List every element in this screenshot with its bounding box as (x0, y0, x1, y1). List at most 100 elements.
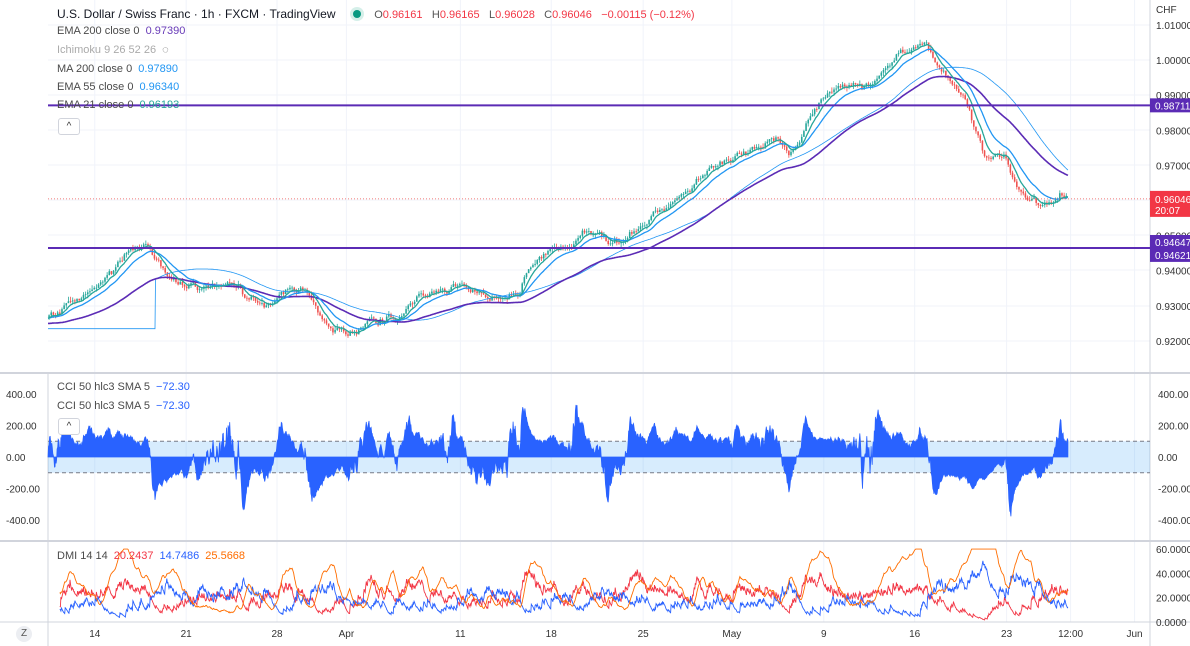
candle-body (770, 138, 773, 140)
candle-body (545, 253, 547, 255)
candle-body (702, 175, 704, 179)
candle-body (534, 263, 536, 265)
candle-body (917, 45, 919, 48)
candle-body (286, 289, 289, 291)
candle-body (291, 287, 293, 289)
candle-body (725, 159, 728, 161)
candle-body (994, 154, 997, 157)
candle-body (366, 321, 369, 324)
candle-body (942, 70, 945, 72)
candle-body (282, 292, 285, 295)
candle-body (323, 319, 326, 321)
candle-body (973, 120, 975, 127)
candle-body (889, 65, 891, 67)
candle-body (783, 145, 786, 147)
candle-body (312, 299, 315, 303)
candle-body (736, 152, 739, 157)
time-tick-label: 9 (821, 629, 827, 640)
candle-body (67, 301, 70, 304)
candle-body (82, 294, 85, 299)
candle-body (695, 178, 698, 185)
candle-body (579, 235, 582, 238)
cci-left-tick: -400.00 (6, 516, 40, 527)
candle-body (413, 301, 416, 304)
market-status-icon (352, 10, 361, 18)
legend-cci-2[interactable]: CCI 50 hlc3 SMA 5 −72.30 (57, 397, 190, 415)
candle-body (76, 299, 78, 302)
candle-body (805, 123, 807, 132)
candle-body (581, 230, 584, 236)
candle-body (785, 146, 788, 151)
candle-body (525, 273, 528, 278)
candle-body (983, 150, 986, 157)
candle-body (461, 283, 463, 285)
price-level-label: 0.94647 (1155, 238, 1190, 249)
zoom-reset-button[interactable]: Z (16, 626, 32, 642)
candle-body (373, 317, 375, 319)
hidden-eye-icon[interactable]: ◌ (162, 44, 169, 56)
candle-body (484, 294, 487, 298)
candle-body (1016, 181, 1018, 187)
candle-body (110, 271, 113, 274)
candle-body (319, 312, 321, 316)
candle-body (435, 290, 437, 293)
candle-body (878, 75, 880, 79)
candle-body (420, 293, 422, 295)
candle-body (957, 88, 960, 93)
candle-body (813, 109, 816, 115)
candle-body (536, 260, 539, 264)
candle-body (1013, 177, 1016, 182)
symbol-title: U.S. Dollar / Swiss Franc · 1h · FXCM · … (57, 7, 336, 21)
candle-body (459, 283, 461, 286)
price-tick-label: 0.94000 (1156, 267, 1190, 278)
candle-body (880, 72, 883, 76)
candle-body (828, 91, 831, 94)
candle-body (979, 135, 982, 141)
legend-ema200[interactable]: EMA 200 close 0 0.97390 (57, 22, 185, 40)
candle-body (1028, 200, 1031, 201)
time-tick-label: 23 (1001, 629, 1013, 640)
candle-body (411, 303, 414, 305)
legend-cci-1[interactable]: CCI 50 hlc3 SMA 5 −72.30 (57, 378, 190, 396)
candle-body (985, 156, 988, 158)
candle-body (714, 166, 717, 168)
candle-body (691, 188, 693, 192)
candle-body (646, 224, 648, 226)
collapse-cci-legend-button[interactable]: ^ (58, 418, 80, 435)
candle-body (114, 267, 117, 271)
legend-ema21[interactable]: EMA 21 close 0 0.96193 (57, 96, 179, 114)
candle-body (904, 52, 906, 54)
candle-body (280, 292, 283, 295)
candle-body (71, 300, 74, 302)
candle-body (1026, 197, 1029, 201)
candle-body (183, 284, 186, 287)
candle-body (510, 294, 513, 296)
price-tick-label: 1.01000 (1156, 21, 1190, 32)
candle-body (157, 259, 160, 261)
candle-body (831, 91, 833, 93)
legend-dmi[interactable]: DMI 14 14 20.2437 14.7486 25.5668 (57, 547, 245, 565)
candle-body (839, 85, 842, 88)
legend-ma200[interactable]: MA 200 close 0 0.97890 (57, 60, 178, 78)
candle-body (1059, 193, 1061, 199)
candle-body (886, 65, 889, 69)
candle-body (955, 85, 958, 89)
candle-body (86, 292, 89, 295)
cci-left-tick: 400.00 (6, 390, 37, 401)
candle-body (317, 305, 319, 313)
candle-body (585, 231, 588, 233)
candle-body (145, 244, 147, 245)
candle-body (867, 83, 870, 85)
dmi-tick-label: 40.0000 (1156, 569, 1190, 580)
candle-body (652, 211, 655, 217)
legend-ema55[interactable]: EMA 55 close 0 0.96340 (57, 78, 179, 96)
candle-body (63, 305, 65, 310)
candle-body (155, 258, 158, 260)
candle-body (474, 289, 476, 292)
candle-body (766, 141, 769, 144)
candle-body (532, 264, 534, 268)
collapse-legend-button[interactable]: ^ (58, 118, 80, 135)
legend-ichimoku[interactable]: Ichimoku 9 26 52 26 ◌ (57, 41, 169, 59)
cci-right-tick: -400.00 (1158, 516, 1190, 527)
cci-left-tick: -200.00 (6, 485, 40, 496)
